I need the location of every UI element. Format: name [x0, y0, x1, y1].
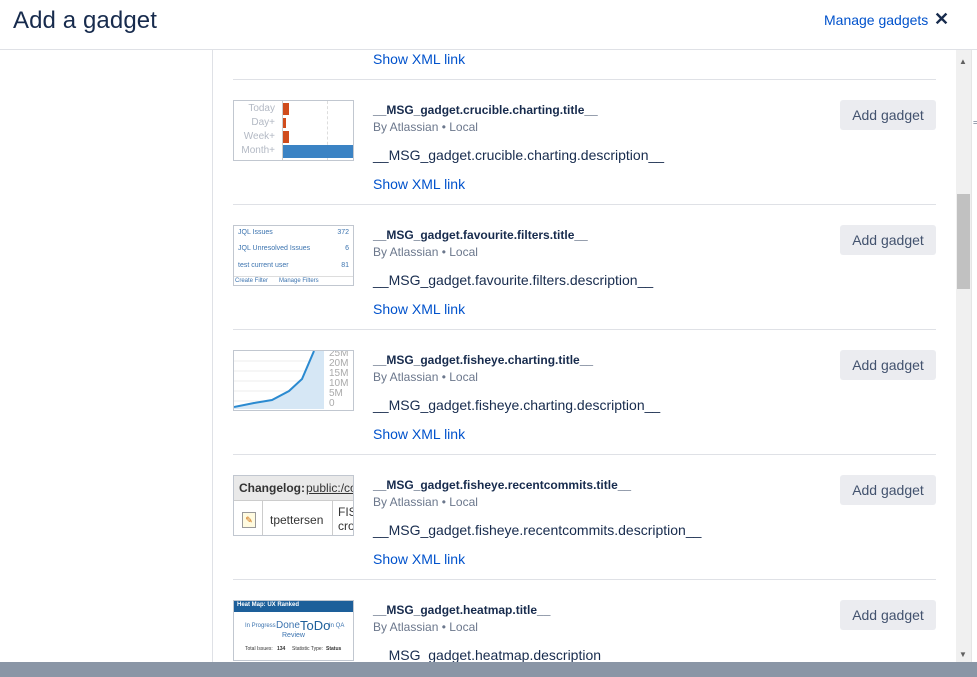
show-xml-link[interactable]: Show XML link — [373, 176, 465, 192]
file-icon: ✎ — [242, 512, 256, 528]
heatmap-footer-label: Total Issues: — [245, 646, 273, 652]
chart-bar — [283, 118, 286, 128]
thumb-heatmap-title: Heat Map: UX Ranked — [237, 602, 300, 608]
heatmap-footer-value: 134 — [277, 646, 286, 652]
add-gadget-button[interactable]: Add gadget — [840, 350, 936, 380]
gadget-thumbnail-fisheye-charting: 25M 20M 15M 10M 5M 0 — [233, 350, 354, 411]
thumb-footer-link: Create Filter — [235, 278, 269, 284]
gadget-author: By Atlassian • Local — [373, 495, 478, 509]
gadget-thumbnail-favourite-filters: JQL Issues 372 JQL Unresolved Issues 6 t… — [233, 225, 354, 286]
gadget-author: By Atlassian • Local — [373, 120, 478, 134]
gadget-title: __MSG_gadget.fisheye.charting.title__ — [373, 353, 594, 367]
divider — [233, 79, 936, 80]
thumb-changelog-label: Changelog: — [239, 481, 305, 495]
heatmap-word: In QA — [329, 623, 345, 629]
heatmap-word: ToDo — [300, 618, 331, 633]
add-gadget-button[interactable]: Add gadget — [840, 100, 936, 130]
category-sidebar — [0, 50, 213, 662]
heatmap-word: Review — [282, 632, 305, 639]
chart-bar — [283, 145, 353, 158]
divider — [233, 579, 936, 580]
dialog-header: Add a gadget Manage gadgets ✕ — [0, 0, 977, 50]
thumb-filter-name: JQL Unresolved Issues — [238, 245, 311, 252]
thumb-label: Day+ — [251, 117, 275, 128]
gadget-title: __MSG_gadget.favourite.filters.title__ — [373, 228, 588, 242]
dialog-title: Add a gadget — [13, 7, 157, 34]
thumb-filter-name: test current user — [238, 262, 289, 269]
scrollbar-thumb[interactable] — [957, 194, 970, 289]
thumb-label: Today — [248, 103, 275, 114]
thumb-label: Month+ — [241, 145, 275, 156]
gadget-title: __MSG_gadget.heatmap.title__ — [373, 603, 551, 617]
y-tick-label: 0 — [329, 398, 335, 409]
thumb-commit-user: tpettersen — [270, 513, 324, 527]
show-xml-link[interactable]: Show XML link — [373, 426, 465, 442]
gadget-title: __MSG_gadget.fisheye.recentcommits.title… — [373, 478, 632, 492]
thumb-filter-count: 372 — [337, 229, 349, 236]
gadget-title: __MSG_gadget.crucible.charting.title__ — [373, 103, 598, 117]
gadget-thumbnail-heatmap: Heat Map: UX Ranked In Progress Done ToD… — [233, 600, 354, 661]
gadget-thumbnail-fisheye-recentcommits: Changelog: public:/co ✎ tpettersen FIS c… — [233, 475, 354, 536]
gadget-description: __MSG_gadget.favourite.filters.descripti… — [373, 272, 654, 288]
gadget-author: By Atlassian • Local — [373, 620, 478, 634]
divider — [233, 329, 936, 330]
close-icon[interactable]: ✕ — [934, 9, 949, 30]
thumb-footer-link: Manage Filters — [279, 278, 319, 284]
add-gadget-button[interactable]: Add gadget — [840, 475, 936, 505]
show-xml-link[interactable]: Show XML link — [373, 551, 465, 567]
gadget-author: By Atlassian • Local — [373, 370, 478, 384]
add-gadget-button[interactable]: Add gadget — [840, 225, 936, 255]
scroll-up-arrow-icon[interactable]: ▲ — [959, 57, 967, 66]
vertical-scrollbar[interactable] — [956, 50, 971, 662]
background-overlay-strip — [0, 662, 977, 677]
chart-bar — [283, 103, 289, 115]
thumb-label: Week+ — [243, 131, 275, 142]
divider — [233, 204, 936, 205]
gadget-thumbnail-crucible-charting: Today Day+ Week+ Month+ — [233, 100, 354, 161]
chart-bar — [283, 131, 289, 143]
heatmap-word: In Progress — [245, 623, 276, 629]
heatmap-footer-value: Status — [326, 646, 342, 652]
heatmap-footer-label: Statistic Type: — [292, 646, 324, 652]
thumb-commit-col: FIS — [338, 505, 353, 519]
heatmap-word: Done — [276, 620, 300, 631]
show-xml-link[interactable]: Show XML link — [373, 51, 465, 67]
gadget-description: __MSG_gadget.fisheye.charting.descriptio… — [373, 397, 661, 413]
thumb-filter-count: 81 — [341, 262, 349, 269]
show-xml-link[interactable]: Show XML link — [373, 301, 465, 317]
thumb-commit-col: cro — [338, 519, 354, 533]
add-gadget-button[interactable]: Add gadget — [840, 600, 936, 630]
gadget-description: __MSG_gadget.crucible.charting.descripti… — [373, 147, 665, 163]
thumb-filter-count: 6 — [345, 245, 349, 252]
gadget-description: __MSG_gadget.fisheye.recentcommits.descr… — [373, 522, 702, 538]
thumb-filter-name: JQL Issues — [238, 229, 273, 236]
thumb-changelog-path: public:/co — [306, 481, 354, 495]
background-page-mark: = — [973, 118, 977, 127]
manage-gadgets-link[interactable]: Manage gadgets — [824, 12, 928, 28]
scroll-down-arrow-icon[interactable]: ▼ — [959, 650, 967, 659]
gadget-author: By Atlassian • Local — [373, 245, 478, 259]
background-page-edge — [971, 50, 977, 662]
gadget-description: __MSG_gadget.heatmap.description__ — [373, 647, 617, 663]
divider — [233, 454, 936, 455]
